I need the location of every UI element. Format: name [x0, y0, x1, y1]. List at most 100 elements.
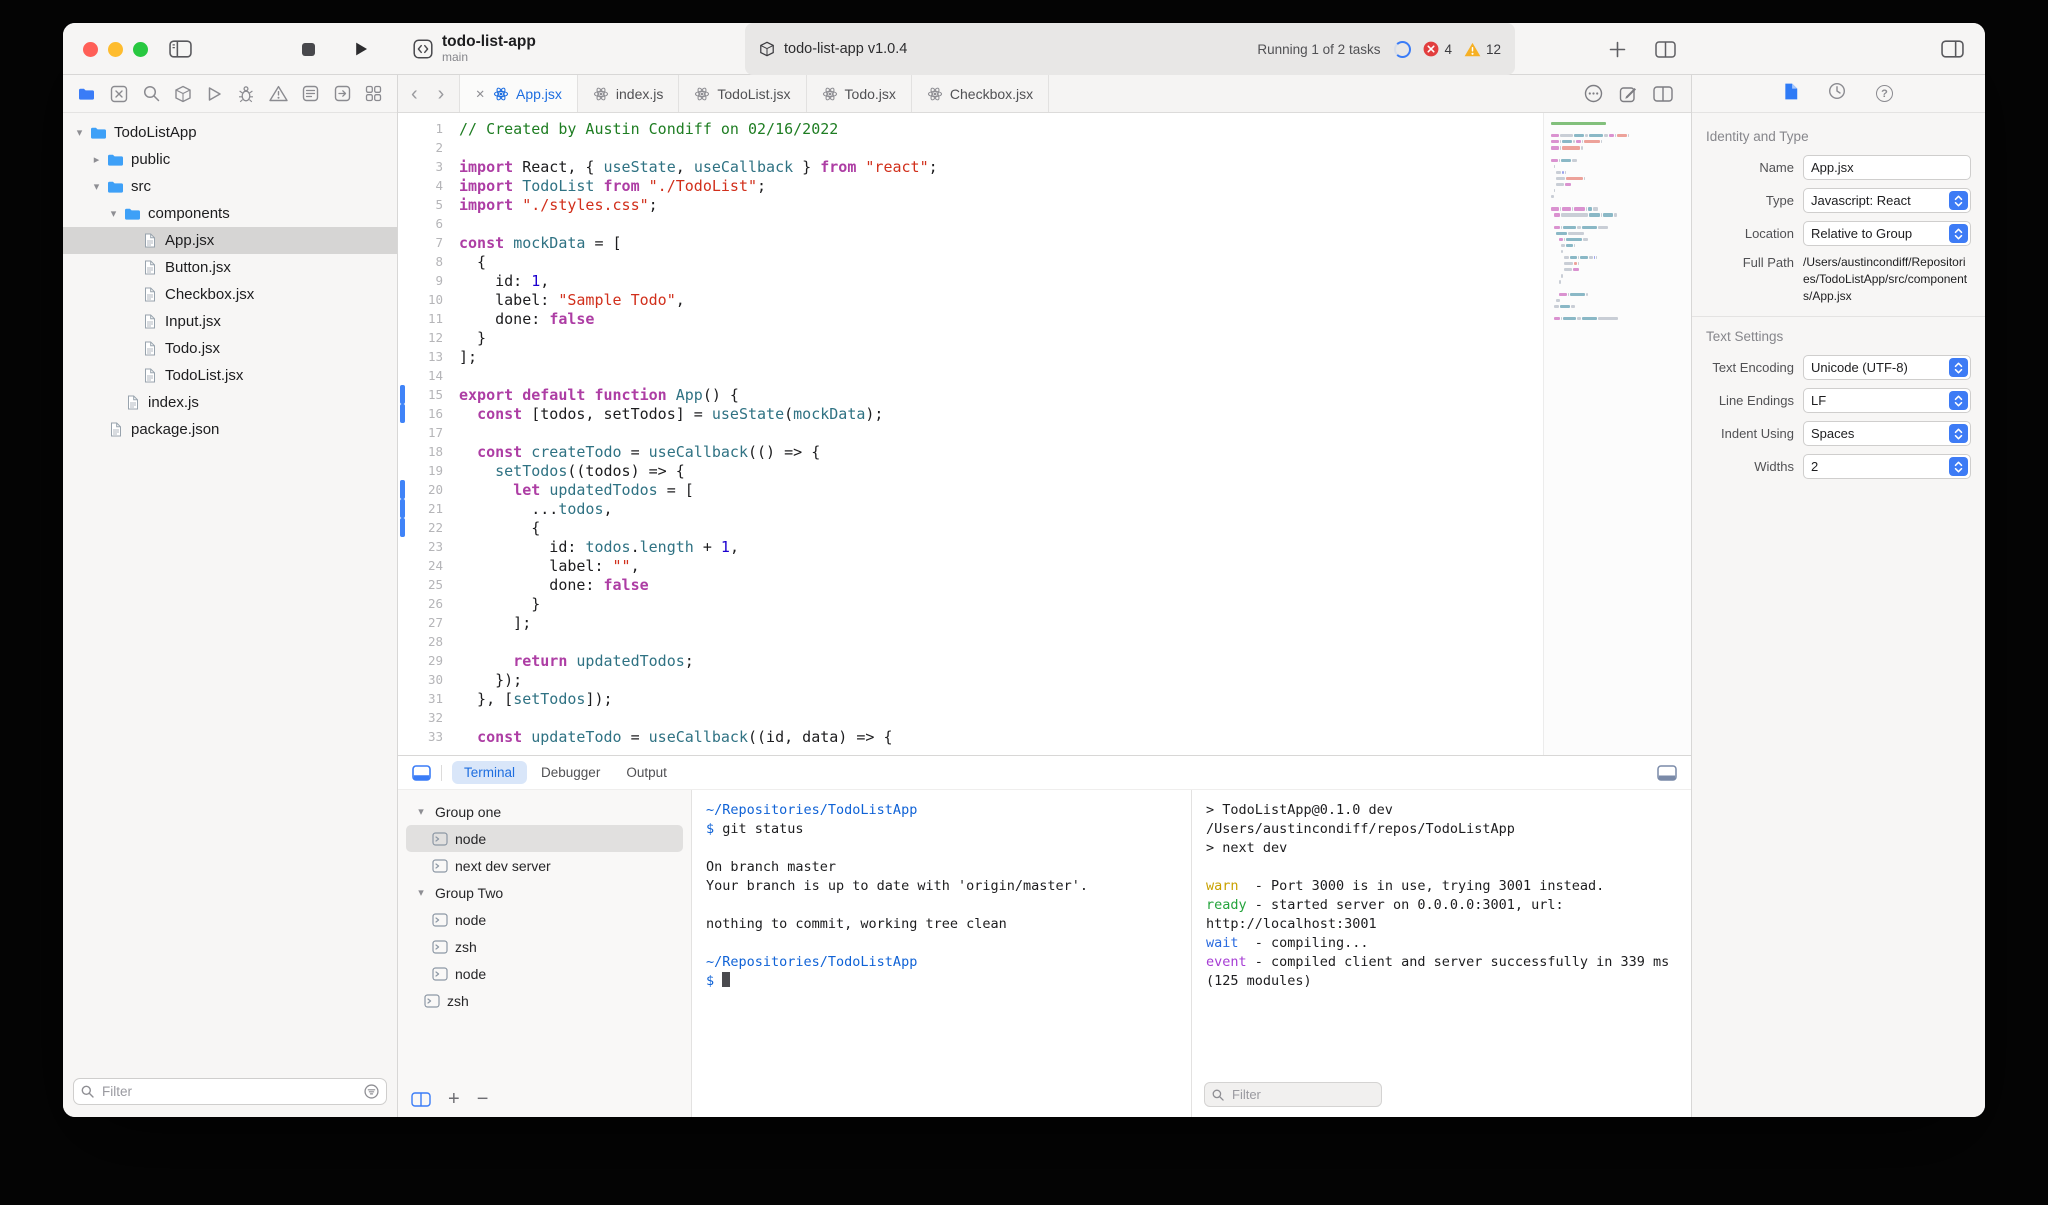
line-number[interactable]: 3 — [405, 159, 443, 174]
line-number[interactable]: 4 — [405, 178, 443, 193]
popup-button[interactable]: Javascript: React — [1803, 188, 1971, 213]
terminal-session-node[interactable]: node — [406, 906, 683, 933]
collapse-panel-icon[interactable] — [1657, 764, 1677, 781]
history-inspector-icon[interactable] — [1828, 82, 1846, 105]
toggle-left-sidebar-icon[interactable] — [169, 23, 192, 75]
code-line[interactable]: 25 done: false — [398, 575, 1543, 594]
line-number[interactable]: 11 — [405, 311, 443, 326]
chevron-right-icon[interactable]: ▸ — [88, 153, 105, 166]
tree-file-todo-jsx[interactable]: Todo.jsx — [63, 335, 397, 362]
line-number[interactable]: 22 — [405, 520, 443, 535]
chevron-down-icon[interactable]: ▾ — [105, 207, 122, 220]
line-number[interactable]: 12 — [405, 330, 443, 345]
code-line[interactable]: 11 done: false — [398, 309, 1543, 328]
line-number[interactable]: 31 — [405, 691, 443, 706]
terminal-session-node[interactable]: node — [406, 825, 683, 852]
line-number[interactable]: 6 — [405, 216, 443, 231]
forward-icon[interactable]: › — [438, 84, 445, 104]
popup-chevrons-icon[interactable] — [1949, 224, 1968, 243]
popup-button[interactable]: Spaces — [1803, 421, 1971, 447]
run-icon[interactable] — [206, 86, 222, 102]
line-number[interactable]: 1 — [405, 121, 443, 136]
line-number[interactable]: 10 — [405, 292, 443, 307]
code-line[interactable]: 32 — [398, 708, 1543, 727]
code-line[interactable]: 16 const [todos, setTodos] = useState(mo… — [398, 404, 1543, 423]
chevron-down-icon[interactable]: ▾ — [71, 126, 88, 139]
stop-button[interactable] — [301, 23, 316, 75]
chevron-down-icon[interactable]: ▾ — [88, 180, 105, 193]
code-line[interactable]: 28 — [398, 632, 1543, 651]
code-line[interactable]: 17 — [398, 423, 1543, 442]
terminal-filter[interactable] — [1204, 1082, 1382, 1107]
text-input[interactable] — [1803, 155, 1971, 180]
line-number[interactable]: 18 — [405, 444, 443, 459]
line-number[interactable]: 24 — [405, 558, 443, 573]
compose-icon[interactable] — [1619, 85, 1637, 103]
code-editor[interactable]: 1 // Created by Austin Condiff on 02/16/2… — [398, 113, 1691, 755]
line-number[interactable]: 14 — [405, 368, 443, 383]
line-number[interactable]: 20 — [405, 482, 443, 497]
line-number[interactable]: 2 — [405, 140, 443, 155]
code-line[interactable]: 30 }); — [398, 670, 1543, 689]
popup-chevrons-icon[interactable] — [1949, 424, 1968, 444]
code-line[interactable]: 8 { — [398, 252, 1543, 271]
tree-file-input-jsx[interactable]: Input.jsx — [63, 308, 397, 335]
tree-folder-public[interactable]: ▸ public — [63, 146, 397, 173]
terminal-session-zsh[interactable]: zsh — [406, 933, 683, 960]
terminal-filter-input[interactable] — [1230, 1086, 1374, 1103]
code-line[interactable]: 24 label: "", — [398, 556, 1543, 575]
minimap[interactable] — [1543, 113, 1691, 755]
tree-file-todolist-jsx[interactable]: TodoList.jsx — [63, 362, 397, 389]
terminal-group-group-two[interactable]: ▾ Group Two — [406, 879, 683, 906]
project-navigator-icon[interactable] — [78, 87, 96, 101]
panel-tab-debugger[interactable]: Debugger — [529, 761, 612, 784]
panel-tab-output[interactable]: Output — [614, 761, 679, 784]
popup-button[interactable]: LF — [1803, 388, 1971, 414]
terminal-session-node[interactable]: node — [406, 960, 683, 987]
close-window-button[interactable] — [83, 41, 98, 57]
line-number[interactable]: 15 — [405, 387, 443, 402]
code-line[interactable]: 33 const updateTodo = useCallback((id, d… — [398, 727, 1543, 746]
panel-tab-terminal[interactable]: Terminal — [452, 761, 528, 784]
split-terminal-icon[interactable] — [411, 1091, 431, 1107]
line-number[interactable]: 29 — [405, 653, 443, 668]
search-icon[interactable] — [143, 85, 160, 102]
terminal-session-next-dev-server[interactable]: next dev server — [406, 852, 683, 879]
popup-chevrons-icon[interactable] — [1949, 191, 1968, 210]
line-number[interactable]: 5 — [405, 197, 443, 212]
tree-file-index-js[interactable]: index.js — [63, 389, 397, 416]
code-line[interactable]: 10 label: "Sample Todo", — [398, 290, 1543, 309]
packages-icon[interactable] — [174, 85, 192, 103]
code-line[interactable]: 12 } — [398, 328, 1543, 347]
popup-chevrons-icon[interactable] — [1949, 358, 1968, 378]
more-options-icon[interactable] — [1584, 84, 1603, 103]
chevron-down-icon[interactable]: ▾ — [414, 886, 428, 899]
tree-file-checkbox-jsx[interactable]: Checkbox.jsx — [63, 281, 397, 308]
tab-index-js[interactable]: index.js — [578, 75, 680, 112]
popup-button[interactable]: Unicode (UTF-8) — [1803, 355, 1971, 381]
code-line[interactable]: 6 — [398, 214, 1543, 233]
tree-folder-todolistapp[interactable]: ▾ TodoListApp — [63, 119, 397, 146]
issues-icon[interactable] — [269, 85, 288, 102]
error-badge[interactable]: 4 — [1423, 41, 1452, 57]
terminal-group-group-one[interactable]: ▾ Group one — [406, 798, 683, 825]
code-lines[interactable]: 1 // Created by Austin Condiff on 02/16/2… — [398, 113, 1543, 755]
line-number[interactable]: 23 — [405, 539, 443, 554]
minimize-window-button[interactable] — [108, 41, 123, 57]
code-line[interactable]: 22 { — [398, 518, 1543, 537]
split-columns-icon[interactable] — [1653, 85, 1673, 102]
line-number[interactable]: 33 — [405, 729, 443, 744]
sidebar-filter[interactable] — [73, 1078, 387, 1105]
reports-icon[interactable] — [302, 85, 319, 102]
code-line[interactable]: 19 setTodos((todos) => { — [398, 461, 1543, 480]
line-number[interactable]: 27 — [405, 615, 443, 630]
tree-folder-components[interactable]: ▾ components — [63, 200, 397, 227]
sidebar-filter-input[interactable] — [100, 1083, 358, 1100]
code-line[interactable]: 13]; — [398, 347, 1543, 366]
code-line[interactable]: 4 import TodoList from "./TodoList"; — [398, 176, 1543, 195]
code-line[interactable]: 2 — [398, 138, 1543, 157]
code-line[interactable]: 14 — [398, 366, 1543, 385]
code-line[interactable]: 23 id: todos.length + 1, — [398, 537, 1543, 556]
tab-todolist-jsx[interactable]: TodoList.jsx — [679, 75, 807, 112]
source-editor-icon[interactable] — [110, 85, 128, 103]
